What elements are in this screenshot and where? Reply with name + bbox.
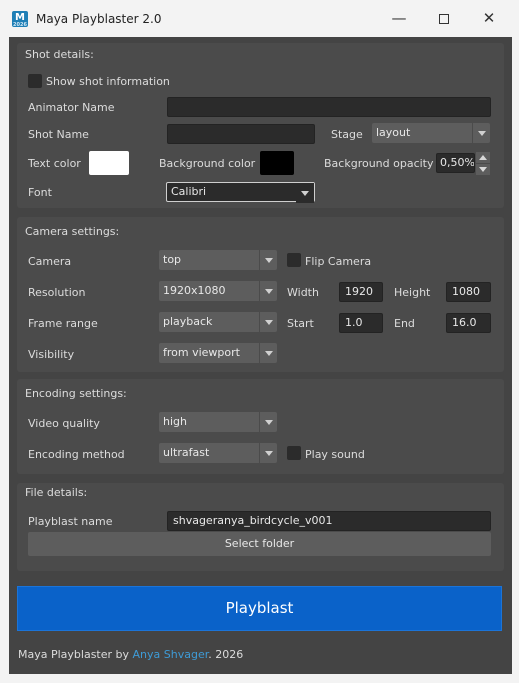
flip-camera-label: Flip Camera xyxy=(305,255,372,268)
close-icon: ✕ xyxy=(482,9,496,27)
chevron-down-icon xyxy=(472,123,490,143)
height-input[interactable]: 1080 xyxy=(446,282,491,302)
encoding-settings-title: Encoding settings: xyxy=(25,387,127,400)
close-button[interactable]: ✕ xyxy=(466,0,512,37)
shot-details-group: Shot details: Show shot information Anim… xyxy=(17,43,504,208)
play-sound-label: Play sound xyxy=(305,448,365,461)
animator-name-label: Animator Name xyxy=(28,101,115,114)
visibility-value: from viewport xyxy=(163,346,240,359)
chevron-down-icon xyxy=(259,343,277,363)
chevron-down-icon xyxy=(259,250,277,270)
app-icon-year: 2026 xyxy=(13,22,27,28)
resolution-value: 1920x1080 xyxy=(163,284,226,297)
start-label: Start xyxy=(287,317,314,330)
window-title: Maya Playblaster 2.0 xyxy=(36,12,162,26)
height-label: Height xyxy=(394,286,431,299)
show-shot-info-checkbox[interactable] xyxy=(28,74,42,88)
playblast-name-input[interactable]: shvageranya_birdcycle_v001 xyxy=(167,511,491,531)
chevron-down-icon xyxy=(259,412,277,432)
camera-value: top xyxy=(163,253,182,266)
animator-name-input[interactable] xyxy=(167,97,491,117)
frame-range-label: Frame range xyxy=(28,317,98,330)
width-label: Width xyxy=(287,286,319,299)
encoding-method-value: ultrafast xyxy=(163,446,210,459)
start-frame-input[interactable]: 1.0 xyxy=(339,313,383,333)
playblast-name-label: Playblast name xyxy=(28,515,113,528)
background-opacity-label: Background opacity xyxy=(324,157,434,170)
video-quality-dropdown[interactable]: high xyxy=(159,412,277,432)
stage-label: Stage xyxy=(331,128,363,141)
maximize-button[interactable] xyxy=(421,0,467,37)
visibility-dropdown[interactable]: from viewport xyxy=(159,343,277,363)
maximize-icon xyxy=(439,13,449,24)
resolution-dropdown[interactable]: 1920x1080 xyxy=(159,281,277,301)
video-quality-value: high xyxy=(163,415,187,428)
stage-value: layout xyxy=(376,126,411,139)
chevron-down-icon xyxy=(259,281,277,301)
camera-settings-group: Camera settings: Camera top Flip Camera … xyxy=(17,217,504,372)
chevron-down-icon xyxy=(259,443,277,463)
background-opacity-spinbox[interactable]: 0,50% xyxy=(436,153,475,173)
end-frame-input[interactable]: 16.0 xyxy=(446,313,491,333)
author-link[interactable]: Anya Shvager xyxy=(133,648,209,661)
maya-app-icon: M 2026 xyxy=(12,11,28,28)
text-color-swatch[interactable] xyxy=(89,151,129,175)
flip-camera-checkbox[interactable] xyxy=(287,253,301,267)
shot-name-input[interactable] xyxy=(167,124,315,144)
shot-name-label: Shot Name xyxy=(28,128,89,141)
background-color-swatch[interactable] xyxy=(260,151,294,175)
main-panel: Shot details: Show shot information Anim… xyxy=(9,37,512,674)
opacity-increment-icon[interactable] xyxy=(476,152,490,163)
minimize-icon: — xyxy=(391,9,407,27)
show-shot-info-label: Show shot information xyxy=(46,75,170,88)
resolution-label: Resolution xyxy=(28,286,86,299)
font-value: Calibri xyxy=(171,185,207,198)
camera-dropdown[interactable]: top xyxy=(159,250,277,270)
encoding-settings-group: Encoding settings: Video quality high En… xyxy=(17,379,504,474)
font-label: Font xyxy=(28,186,52,199)
title-bar[interactable]: M 2026 Maya Playblaster 2.0 — ✕ xyxy=(0,0,519,37)
camera-label: Camera xyxy=(28,255,72,268)
video-quality-label: Video quality xyxy=(28,417,100,430)
minimize-button[interactable]: — xyxy=(376,0,422,37)
chevron-down-icon xyxy=(259,312,277,332)
end-label: End xyxy=(394,317,415,330)
text-color-label: Text color xyxy=(28,157,81,170)
footer-prefix: Maya Playblaster by xyxy=(18,648,133,661)
opacity-decrement-icon[interactable] xyxy=(476,164,490,175)
playblast-button[interactable]: Playblast xyxy=(17,586,502,631)
stage-dropdown[interactable]: layout xyxy=(372,123,490,143)
visibility-label: Visibility xyxy=(28,348,75,361)
encoding-method-dropdown[interactable]: ultrafast xyxy=(159,443,277,463)
camera-settings-title: Camera settings: xyxy=(25,225,120,238)
play-sound-checkbox[interactable] xyxy=(287,446,301,460)
frame-range-dropdown[interactable]: playback xyxy=(159,312,277,332)
font-dropdown[interactable]: Calibri xyxy=(166,182,315,203)
file-details-title: File details: xyxy=(25,486,88,499)
chevron-down-icon xyxy=(296,183,314,203)
footer-suffix: . 2026 xyxy=(208,648,244,661)
shot-details-title: Shot details: xyxy=(25,48,94,61)
footer-credits: Maya Playblaster by Anya Shvager. 2026 xyxy=(18,648,243,661)
select-folder-button[interactable]: Select folder xyxy=(28,532,491,556)
file-details-group: File details: Playblast name shvageranya… xyxy=(17,483,504,571)
width-input[interactable]: 1920 xyxy=(339,282,383,302)
encoding-method-label: Encoding method xyxy=(28,448,125,461)
frame-range-value: playback xyxy=(163,315,213,328)
background-color-label: Background color xyxy=(159,157,256,170)
